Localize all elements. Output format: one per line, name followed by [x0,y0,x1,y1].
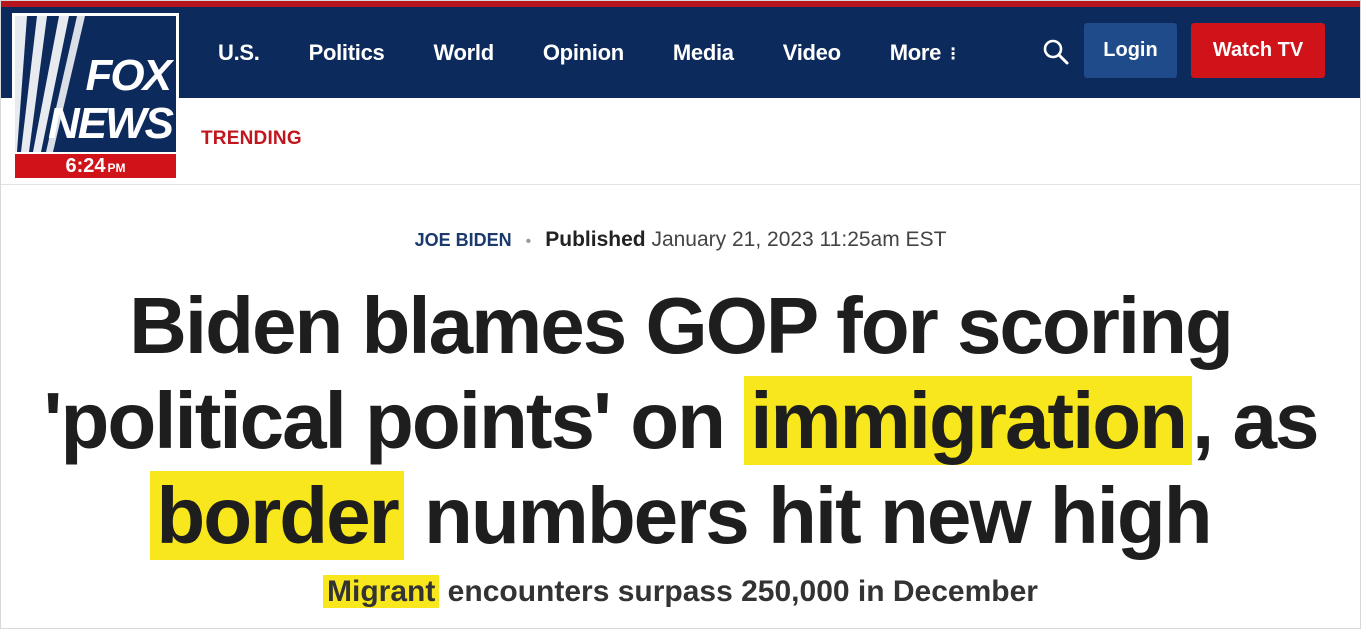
meta-separator: • [525,233,532,250]
logo-news-text: NEWS [48,99,174,148]
nav-item-more[interactable]: More ⋮ [890,40,961,66]
logo-fox-text: FOX [85,51,172,100]
article-subheadline: Migrant encounters surpass 250,000 in De… [0,572,1361,612]
login-button[interactable]: Login [1084,23,1177,78]
published-label: Published [545,228,646,251]
search-icon[interactable] [1042,38,1070,66]
fox-news-logo[interactable]: FOX NEWS 6:24 PM [12,13,179,181]
nav-item-us[interactable]: U.S. [218,40,260,66]
headline-text-2: , as [1192,376,1319,465]
article-meta: JOE BIDEN • Published January 21, 2023 11:… [0,224,1361,258]
subhead-highlight-migrant: Migrant [323,575,440,608]
more-dots-icon: ⋮ [945,45,961,63]
headline-highlight-border: border [150,471,404,560]
trending-bar: TRENDING [0,98,1361,185]
nav-item-media[interactable]: Media [673,40,734,66]
headline-text-3: numbers hit new high [403,471,1213,560]
article-category-link[interactable]: JOE BIDEN [415,230,512,250]
headline-highlight-immigration: immigration [744,376,1193,465]
logo-clock: 6:24 PM [15,154,176,178]
nav-item-opinion[interactable]: Opinion [543,40,624,66]
nav-more-label: More [889,39,942,65]
nav-item-video[interactable]: Video [783,40,841,66]
published-date: January 21, 2023 11:25am EST [651,228,947,251]
watch-tv-button[interactable]: Watch TV [1191,23,1325,78]
logo-panel: FOX NEWS [15,16,176,152]
nav-item-politics[interactable]: Politics [309,40,385,66]
subhead-text: encounters surpass 250,000 in December [439,575,1038,608]
clock-time: 6:24 [65,155,106,177]
nav-item-world[interactable]: World [433,40,494,66]
primary-nav: U.S. Politics World Opinion Media Video … [218,7,961,98]
clock-ampm: PM [107,161,126,175]
top-accent-strip [0,0,1361,7]
trending-label[interactable]: TRENDING [201,128,302,150]
article-headline: Biden blames GOP for scoring 'political … [40,278,1321,563]
